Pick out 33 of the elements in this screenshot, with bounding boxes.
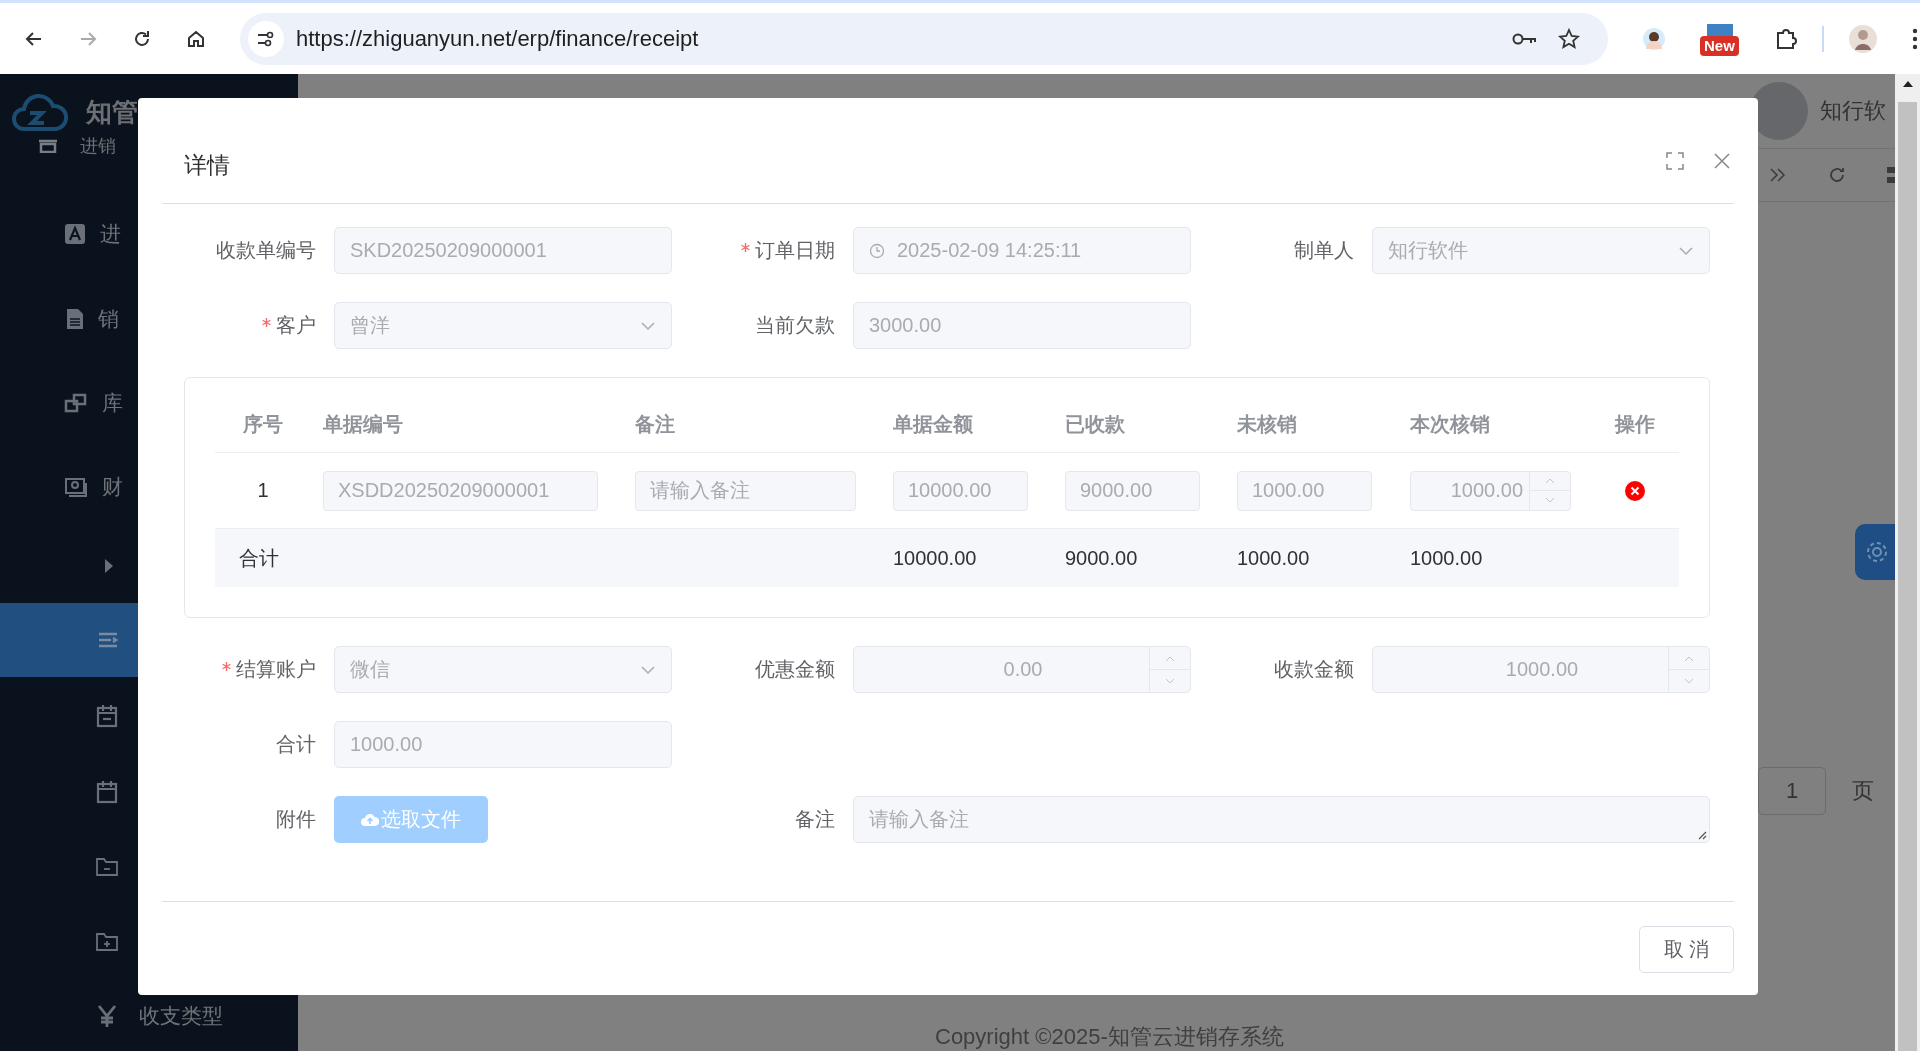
field-label: 收款金额	[1274, 657, 1354, 682]
app-title: 知管	[86, 95, 138, 129]
column-header: 已收款	[1064, 412, 1126, 437]
field-label: 结算账户	[236, 657, 316, 682]
total-label: 合计	[239, 545, 279, 571]
row-number: 1	[257, 479, 269, 502]
section-title: 进销	[80, 135, 116, 158]
column-header: 未核销	[1236, 412, 1298, 437]
column-header: 备注	[634, 412, 676, 437]
column-header: 本次核销	[1409, 412, 1491, 437]
dialog-title: 详情	[184, 151, 231, 180]
user-name: 知行软	[1820, 97, 1887, 125]
field-label: 备注	[795, 807, 835, 832]
field-label: 附件	[276, 807, 316, 832]
field-label: 合计	[276, 732, 316, 757]
column-header: 单据金额	[892, 412, 974, 437]
field-label: 客户	[276, 313, 316, 338]
total-value: 10000.00	[893, 546, 977, 570]
field-label: 当前欠款	[755, 313, 835, 338]
new-badge: New	[1700, 35, 1739, 56]
column-header: 序号	[243, 412, 283, 437]
field-label: 收款单编号	[216, 238, 316, 263]
field-label: 制单人	[1294, 238, 1354, 263]
column-header: 单据编号	[322, 412, 404, 437]
total-value: 9000.00	[1065, 546, 1138, 570]
column-header: 操作	[1615, 412, 1655, 437]
total-value: 1000.00	[1237, 546, 1310, 570]
field-label: 优惠金额	[755, 657, 835, 682]
total-value: 1000.00	[1410, 546, 1483, 570]
page-unit: 页	[1852, 777, 1874, 805]
copyright-text: Copyright ©2025-知管云进销存系统	[935, 1023, 1284, 1051]
field-label: 订单日期	[755, 238, 835, 263]
url-text: https://zhiguanyun.net/erp/finance/receipt	[296, 25, 699, 52]
